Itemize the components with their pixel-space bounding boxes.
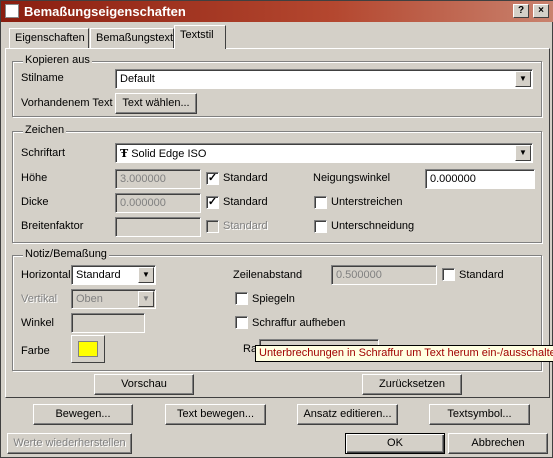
style-name-value: Default (120, 73, 155, 85)
color-swatch (78, 341, 98, 357)
vertical-label: Vertikal (21, 293, 58, 305)
width-factor-label: Breitenfaktor (21, 220, 84, 232)
underline-checkbox[interactable] (314, 196, 327, 209)
close-button[interactable]: × (533, 4, 549, 18)
thickness-standard-checkbox[interactable]: ✓ (206, 196, 219, 209)
move-button[interactable]: Bewegen... (33, 404, 133, 425)
underline-label: Unterstreichen (331, 196, 403, 208)
horizontal-dropdown[interactable]: Standard ▼ (71, 265, 156, 285)
width-factor-input[interactable] (115, 217, 201, 237)
thickness-input[interactable]: 0.000000 (115, 193, 201, 213)
width-standard-checkbox[interactable] (206, 220, 219, 233)
height-label: Höhe (21, 172, 48, 184)
line-spacing-label: Zeilenabstand (233, 269, 303, 281)
chevron-down-icon[interactable]: ▼ (138, 291, 154, 307)
width-standard-label: Standard (223, 220, 268, 232)
cancel-button[interactable]: Abbrechen (448, 433, 548, 454)
chevron-down-icon[interactable]: ▼ (515, 71, 531, 87)
edit-approach-button[interactable]: Ansatz editieren... (297, 404, 398, 425)
thickness-standard-label: Standard (223, 196, 268, 208)
horizontal-label: Horizontal (21, 269, 71, 281)
tab-textstil[interactable]: Textstil (174, 25, 226, 49)
hatch-break-checkbox[interactable] (235, 316, 248, 329)
angle-label: Winkel (21, 317, 55, 329)
text-symbol-button[interactable]: Textsymbol... (429, 404, 530, 425)
reset-button[interactable]: Zurücksetzen (362, 374, 462, 395)
color-picker-button[interactable] (71, 335, 105, 363)
app-icon (5, 4, 19, 18)
angle-input[interactable] (71, 313, 145, 333)
help-button[interactable]: ? (513, 4, 529, 18)
font-label: Schriftart (21, 147, 66, 159)
move-text-button[interactable]: Text bewegen... (165, 404, 266, 425)
mirror-checkbox[interactable] (235, 292, 248, 305)
preview-button[interactable]: Vorschau (94, 374, 194, 395)
characters-group-title: Zeichen (23, 124, 67, 136)
title-bar[interactable]: Bemaßungseigenschaften ? × (1, 1, 553, 22)
line-spacing-standard-checkbox[interactable] (442, 268, 455, 281)
thickness-label: Dicke (21, 196, 49, 208)
line-spacing-input[interactable]: 0.500000 (331, 265, 437, 285)
line-spacing-standard-label: Standard (459, 269, 504, 281)
style-name-dropdown[interactable]: Default ▼ (115, 69, 533, 89)
note-dimension-group-title: Notiz/Bemaßung (23, 248, 109, 260)
select-text-button[interactable]: Text wählen... (115, 93, 197, 114)
style-name-label: Stilname (21, 72, 64, 84)
mirror-label: Spiegeln (252, 293, 295, 305)
restore-values-button[interactable]: Werte wiederherstellen (7, 433, 132, 454)
tab-bemassungstext[interactable]: Bemaßungstext (90, 28, 174, 48)
font-value: Solid Edge ISO (131, 148, 207, 160)
hatch-break-label: Schraffur aufheben (252, 317, 346, 329)
slant-input[interactable]: 0.000000 (425, 169, 535, 189)
existing-text-label: Vorhandenem Text (21, 97, 113, 109)
hatch-tooltip: Unterbrechungen in Schraffur um Text her… (255, 345, 553, 362)
tab-eigenschaften[interactable]: Eigenschaften (9, 28, 89, 48)
vertical-value: Oben (76, 293, 103, 305)
truetype-font-icon: Ŧ (120, 147, 129, 160)
height-standard-checkbox[interactable]: ✓ (206, 172, 219, 185)
font-dropdown[interactable]: Ŧ Solid Edge ISO ▼ (115, 143, 533, 163)
strikethrough-label: Unterschneidung (331, 220, 415, 232)
height-input[interactable]: 3.000000 (115, 169, 201, 189)
color-label: Farbe (21, 345, 50, 357)
ok-button[interactable]: OK (345, 433, 445, 454)
chevron-down-icon[interactable]: ▼ (138, 267, 154, 283)
chevron-down-icon[interactable]: ▼ (515, 145, 531, 161)
dialog-window: Bemaßungseigenschaften ? × Eigenschaften… (0, 0, 553, 458)
horizontal-value: Standard (76, 269, 121, 281)
height-standard-label: Standard (223, 172, 268, 184)
slant-label: Neigungswinkel (313, 172, 391, 184)
vertical-dropdown[interactable]: Oben ▼ (71, 289, 156, 309)
window-title: Bemaßungseigenschaften (24, 4, 186, 19)
copy-from-group-title: Kopieren aus (23, 54, 92, 66)
strikethrough-checkbox[interactable] (314, 220, 327, 233)
